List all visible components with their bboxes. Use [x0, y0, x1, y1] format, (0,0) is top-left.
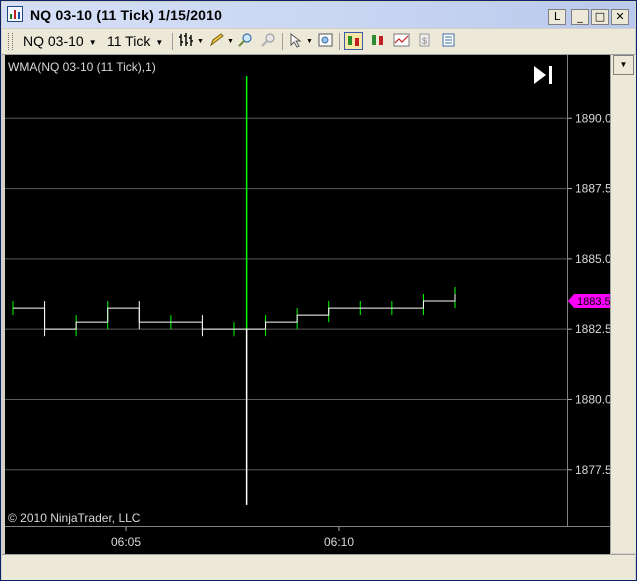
price-tick-label: 1890.00	[575, 111, 610, 125]
chevron-down-icon[interactable]: ▼	[613, 55, 634, 75]
price-tick-label: 1885.00	[575, 252, 610, 266]
data-box-icon[interactable]	[316, 32, 335, 50]
chevron-down-icon[interactable]: ▼	[227, 38, 234, 45]
interval-label: 11 Tick	[107, 33, 151, 49]
toolbar-grip-icon[interactable]	[8, 33, 13, 50]
indicators-icon[interactable]	[392, 32, 411, 50]
price-tick-label: 1882.50	[575, 322, 610, 336]
indicator-label: WMA(NQ 03-10 (11 Tick),1)	[8, 60, 156, 74]
time-tick-label: 06:05	[111, 535, 141, 549]
close-button[interactable]: ✕	[611, 9, 629, 25]
price-axis[interactable]: 1890.00 1887.50 1885.00 1882.50 1880.00 1877.…	[567, 55, 610, 526]
zoom-in-icon[interactable]	[236, 32, 255, 50]
scroll-to-end-icon[interactable]	[534, 66, 552, 84]
right-panel-strip: ▼	[610, 55, 636, 553]
properties-icon[interactable]	[439, 32, 458, 50]
time-axis[interactable]: 06:05 06:10	[5, 526, 610, 554]
toolbar-separator	[339, 33, 340, 50]
window-title: NQ 03-10 (11 Tick) 1/15/2010	[30, 7, 223, 23]
chevron-down-icon: ▼	[88, 37, 97, 47]
chevron-down-icon[interactable]: ▼	[197, 38, 204, 45]
zoom-out-icon[interactable]	[259, 32, 278, 50]
title-bar[interactable]: NQ 03-10 (11 Tick) 1/15/2010 L _ □ ✕	[2, 2, 635, 28]
chart-window: NQ 03-10 (11 Tick) 1/15/2010 L _ □ ✕ NQ …	[0, 0, 637, 581]
chart-style-bars-icon[interactable]	[344, 32, 363, 50]
horizontal-scrollbar[interactable]	[2, 554, 635, 580]
chevron-down-icon: ▼	[155, 37, 164, 47]
maximize-button[interactable]: □	[591, 9, 609, 25]
cursor-icon[interactable]	[286, 32, 305, 50]
pencil-icon[interactable]	[207, 32, 226, 50]
price-tick-label: 1887.50	[575, 182, 610, 196]
candlestick-icon[interactable]	[368, 32, 387, 50]
toolbar-separator	[282, 33, 283, 50]
time-tick-label: 06:10	[324, 535, 354, 549]
bar-type-icon[interactable]	[177, 32, 196, 50]
price-chart[interactable]: WMA(NQ 03-10 (11 Tick),1) © 2010 NinjaTr…	[5, 55, 610, 526]
link-button[interactable]: L	[548, 9, 566, 25]
current-price-marker: 1883.50	[568, 294, 610, 309]
price-tick-label: 1880.00	[575, 392, 610, 406]
instrument-selector[interactable]: NQ 03-10 ▼	[23, 33, 97, 49]
toolbar-separator	[172, 33, 173, 50]
chart-toolbar: NQ 03-10 ▼ 11 Tick ▼ ▼ ▼ ▼ $	[2, 29, 635, 55]
svg-text:$: $	[422, 36, 427, 46]
interval-selector[interactable]: 11 Tick ▼	[107, 33, 163, 49]
price-chart-svg: WMA(NQ 03-10 (11 Tick),1) © 2010 NinjaTr…	[5, 60, 567, 525]
instrument-label: NQ 03-10	[23, 33, 84, 49]
price-tick-label: 1877.50	[575, 463, 610, 477]
chevron-down-icon[interactable]: ▼	[306, 38, 313, 45]
minimize-button[interactable]: _	[571, 9, 589, 25]
chart-app-icon	[7, 6, 23, 22]
current-price-label: 1883.50	[577, 296, 610, 308]
copyright-label: © 2010 NinjaTrader, LLC	[8, 511, 141, 525]
strategy-icon[interactable]: $	[415, 32, 434, 50]
